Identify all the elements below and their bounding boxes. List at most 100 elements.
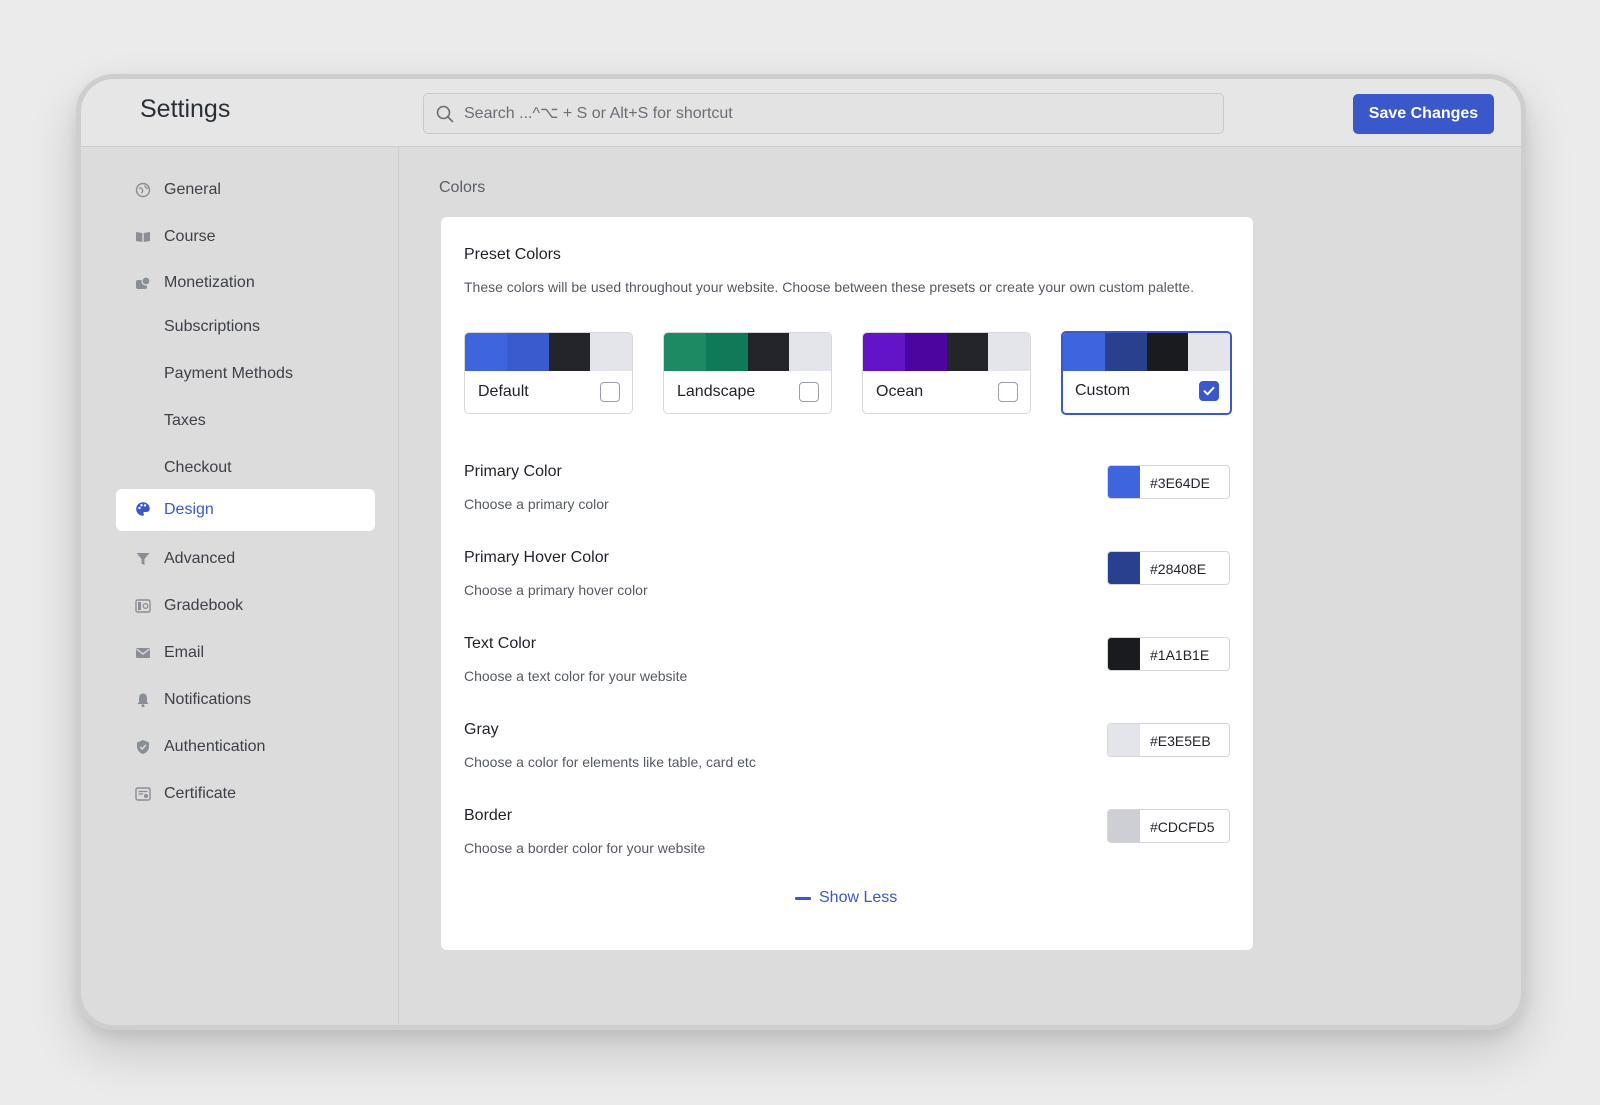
color-description: Choose a text color for your website — [464, 668, 688, 684]
preset-checkbox[interactable] — [998, 382, 1018, 402]
sidebar-item-gradebook[interactable]: Gradebook — [116, 585, 375, 627]
sidebar-item-monetization[interactable]: Monetization — [116, 262, 375, 304]
color-hex-value[interactable]: #3E64DE — [1150, 475, 1210, 491]
color-description: Choose a primary hover color — [464, 582, 648, 598]
color-hex-value[interactable]: #CDCFD5 — [1150, 819, 1215, 835]
sidebar-item-label: Notifications — [164, 691, 252, 708]
sidebar-item-email[interactable]: Email — [116, 632, 375, 674]
sidebar-item-label: Certificate — [164, 785, 237, 802]
preset-swatches — [863, 333, 1030, 371]
color-label: Gray — [464, 721, 499, 738]
sidebar-item-authentication[interactable]: Authentication — [116, 726, 375, 768]
sidebar-item-payment-methods[interactable]: Payment Methods — [116, 353, 375, 395]
preset-swatches — [664, 333, 831, 371]
search-box[interactable] — [423, 93, 1224, 134]
color-hex-value[interactable]: #E3E5EB — [1150, 733, 1211, 749]
preset-custom[interactable]: Custom — [1061, 331, 1232, 415]
swatch — [548, 333, 591, 371]
swatch — [590, 333, 632, 371]
color-description: Choose a border color for your website — [464, 840, 706, 856]
top-bar: Settings Save Changes — [81, 79, 1521, 147]
preset-landscape[interactable]: Landscape — [663, 332, 832, 414]
color-hex-value[interactable]: #1A1B1E — [1150, 647, 1209, 663]
color-picker[interactable]: #CDCFD5 — [1107, 809, 1230, 843]
section-title: Colors — [439, 179, 486, 196]
swatch — [946, 333, 989, 371]
sidebar-item-certificate[interactable]: Certificate — [116, 773, 375, 815]
color-chip[interactable] — [1108, 638, 1140, 670]
swatch — [465, 333, 507, 371]
sidebar-item-label: Authentication — [164, 738, 266, 755]
sidebar-item-label: Payment Methods — [164, 365, 293, 382]
preset-default[interactable]: Default — [464, 332, 633, 414]
palette-icon — [136, 502, 150, 516]
color-picker[interactable]: #E3E5EB — [1107, 723, 1230, 757]
color-picker[interactable]: #28408E — [1107, 551, 1230, 585]
swatch — [705, 333, 748, 371]
card-description: These colors will be used throughout you… — [464, 279, 1194, 295]
sidebar-item-label: Course — [164, 228, 216, 245]
color-row-primary: Primary Color Choose a primary color #3E… — [464, 463, 1230, 523]
search-icon — [436, 105, 454, 123]
shield-icon — [137, 740, 149, 754]
colors-card: Preset Colors These colors will be used … — [441, 217, 1253, 950]
sidebar-item-checkout[interactable]: Checkout — [116, 447, 375, 489]
bell-icon — [137, 693, 149, 708]
color-chip[interactable] — [1108, 552, 1140, 584]
gradebook-icon — [135, 599, 151, 613]
color-row-primary-hover: Primary Hover Color Choose a primary hov… — [464, 549, 1230, 609]
swatch — [1104, 333, 1147, 371]
preset-checkbox-checked[interactable] — [1199, 381, 1219, 401]
sidebar-item-label: Taxes — [164, 412, 206, 429]
color-description: Choose a primary color — [464, 496, 609, 512]
check-icon — [1203, 386, 1215, 396]
color-hex-value[interactable]: #28408E — [1150, 561, 1206, 577]
color-picker[interactable]: #3E64DE — [1107, 465, 1230, 499]
preset-checkbox[interactable] — [600, 382, 620, 402]
color-row-border: Border Choose a border color for your we… — [464, 807, 1230, 867]
sidebar-item-label: General — [164, 181, 221, 198]
sidebar-item-advanced[interactable]: Advanced — [116, 538, 375, 580]
color-chip[interactable] — [1108, 466, 1140, 498]
color-label: Primary Color — [464, 463, 562, 480]
color-chip[interactable] — [1108, 724, 1140, 756]
preset-label: Default — [478, 383, 529, 400]
color-row-gray: Gray Choose a color for elements like ta… — [464, 721, 1230, 781]
search-input[interactable] — [464, 94, 1204, 133]
preset-ocean[interactable]: Ocean — [862, 332, 1031, 414]
color-picker[interactable]: #1A1B1E — [1107, 637, 1230, 671]
preset-swatches — [465, 333, 632, 371]
coins-icon — [136, 276, 151, 289]
page-title: Settings — [140, 95, 231, 123]
swatch — [863, 333, 905, 371]
color-chip[interactable] — [1108, 810, 1140, 842]
swatch — [506, 333, 549, 371]
swatch — [904, 333, 947, 371]
color-description: Choose a color for elements like table, … — [464, 754, 756, 770]
color-row-text: Text Color Choose a text color for your … — [464, 635, 1230, 695]
swatch — [664, 333, 706, 371]
sidebar-item-label: Monetization — [164, 274, 255, 291]
preset-checkbox[interactable] — [799, 382, 819, 402]
minus-icon — [795, 896, 811, 900]
sidebar-item-label: Checkout — [164, 459, 232, 476]
swatch — [1146, 333, 1189, 371]
swatch — [988, 333, 1030, 371]
book-icon — [136, 232, 150, 242]
swatch — [789, 333, 831, 371]
preset-label: Ocean — [876, 383, 924, 400]
sidebar-item-subscriptions[interactable]: Subscriptions — [116, 306, 375, 348]
color-label: Border — [464, 807, 513, 824]
swatch — [1063, 333, 1105, 371]
sidebar-item-notifications[interactable]: Notifications — [116, 679, 375, 721]
sidebar-item-general[interactable]: General — [116, 169, 375, 211]
swatch — [747, 333, 790, 371]
save-changes-button[interactable]: Save Changes — [1353, 94, 1494, 134]
sidebar-item-design[interactable]: Design — [116, 489, 375, 531]
show-less-button[interactable]: Show Less — [795, 889, 897, 907]
sidebar-item-course[interactable]: Course — [116, 216, 375, 258]
sidebar-item-label: Advanced — [164, 550, 236, 567]
sidebar-item-taxes[interactable]: Taxes — [116, 400, 375, 442]
show-less-label: Show Less — [819, 889, 898, 906]
color-label: Primary Hover Color — [464, 549, 609, 566]
